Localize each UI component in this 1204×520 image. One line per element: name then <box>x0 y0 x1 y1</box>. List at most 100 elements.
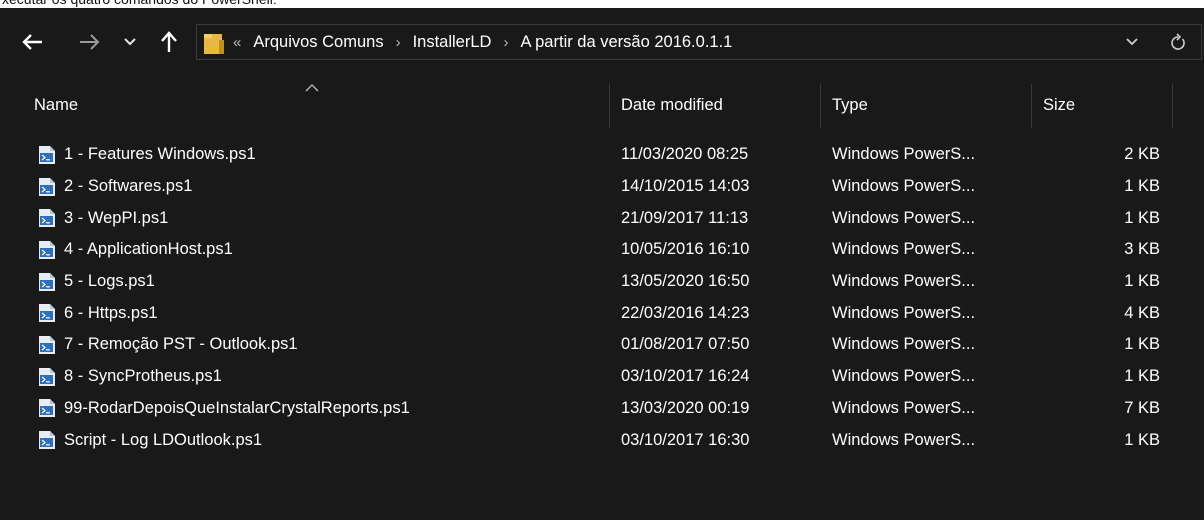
file-name-cell: 7 - Remoção PST - Outlook.ps1 <box>38 329 298 361</box>
back-button[interactable] <box>18 28 48 56</box>
navigation-bar: « Arquivos Comuns › InstallerLD › A part… <box>0 8 1204 72</box>
file-row[interactable]: 6 - Https.ps1 22/03/2016 14:23 Windows Pow… <box>0 297 1204 329</box>
file-row[interactable]: 1 - Features Windows.ps1 11/03/2020 08:25… <box>0 139 1204 171</box>
breadcrumb-item-installerld[interactable]: InstallerLD <box>413 33 492 52</box>
powershell-file-icon <box>39 304 55 323</box>
file-type: Windows PowerS... <box>832 240 976 259</box>
powershell-file-icon <box>39 335 55 354</box>
powershell-file-icon <box>39 240 55 259</box>
file-type: Windows PowerS... <box>832 398 976 417</box>
forward-button[interactable] <box>74 28 104 56</box>
file-date-modified: 11/03/2020 08:25 <box>621 145 749 164</box>
file-name-cell: 6 - Https.ps1 <box>38 297 158 329</box>
file-date-modified: 14/10/2015 14:03 <box>621 177 750 196</box>
powershell-file-icon <box>39 145 55 164</box>
file-size: 7 KB <box>1124 398 1160 417</box>
file-name-cell: 99-RodarDepoisQueInstalarCrystalReports.… <box>38 393 410 425</box>
file-row[interactable]: 2 - Softwares.ps1 14/10/2015 14:03 Windows… <box>0 171 1204 203</box>
powershell-file-icon <box>39 367 55 386</box>
address-history-chevron-icon[interactable] <box>1125 36 1139 48</box>
file-type: Windows PowerS... <box>832 208 976 227</box>
file-row[interactable]: 3 - WepPI.ps1 21/09/2017 11:13 Windows Pow… <box>0 202 1204 234</box>
file-type: Windows PowerS... <box>832 303 976 322</box>
file-size: 4 KB <box>1124 303 1160 322</box>
address-bar[interactable]: « Arquivos Comuns › InstallerLD › A part… <box>196 24 1202 60</box>
file-name-cell: Script - Log LDOutlook.ps1 <box>38 424 262 456</box>
column-divider[interactable] <box>820 84 821 128</box>
chevron-down-icon <box>124 38 136 46</box>
file-name-cell: 5 - Logs.ps1 <box>38 266 155 298</box>
file-size: 2 KB <box>1124 145 1160 164</box>
column-header-date-modified[interactable]: Date modified <box>621 82 723 128</box>
column-header-size[interactable]: Size <box>1043 82 1075 128</box>
file-row[interactable]: 4 - ApplicationHost.ps1 10/05/2016 16:10 W… <box>0 234 1204 266</box>
recent-locations-button[interactable] <box>120 28 140 56</box>
breadcrumb-item-current-folder[interactable]: A partir da versão 2016.0.1.1 <box>520 33 732 52</box>
powershell-file-icon <box>39 177 55 196</box>
powershell-file-icon <box>39 431 55 450</box>
up-button[interactable] <box>156 28 182 56</box>
file-size: 3 KB <box>1124 240 1160 259</box>
file-name: 3 - WepPI.ps1 <box>64 208 169 227</box>
folder-icon <box>204 34 224 54</box>
file-size: 1 KB <box>1124 208 1160 227</box>
file-date-modified: 21/09/2017 11:13 <box>621 208 749 227</box>
file-type: Windows PowerS... <box>832 145 976 164</box>
arrow-left-icon <box>22 34 42 50</box>
file-name-cell: 2 - Softwares.ps1 <box>38 171 192 203</box>
file-date-modified: 03/10/2017 16:24 <box>621 367 750 386</box>
file-type: Windows PowerS... <box>832 272 976 291</box>
file-row[interactable]: 99-RodarDepoisQueInstalarCrystalReports.… <box>0 393 1204 425</box>
file-date-modified: 10/05/2016 16:10 <box>621 240 750 259</box>
file-name: 5 - Logs.ps1 <box>64 272 155 291</box>
file-size: 1 KB <box>1124 430 1160 449</box>
file-size: 1 KB <box>1124 335 1160 354</box>
file-date-modified: 03/10/2017 16:30 <box>621 430 750 449</box>
file-name-cell: 8 - SyncProtheus.ps1 <box>38 361 222 393</box>
file-list: 1 - Features Windows.ps1 11/03/2020 08:25… <box>0 139 1204 456</box>
column-divider[interactable] <box>1031 84 1032 128</box>
file-name: 6 - Https.ps1 <box>64 303 158 322</box>
breadcrumb-separator[interactable]: › <box>503 34 508 51</box>
file-name-cell: 4 - ApplicationHost.ps1 <box>38 234 233 266</box>
breadcrumb-overflow[interactable]: « <box>233 34 241 51</box>
powershell-file-icon <box>39 399 55 418</box>
file-date-modified: 22/03/2016 14:23 <box>621 303 750 322</box>
file-type: Windows PowerS... <box>832 335 976 354</box>
file-row[interactable]: 5 - Logs.ps1 13/05/2020 16:50 Windows Powe… <box>0 266 1204 298</box>
column-header-name[interactable]: Name <box>34 82 78 128</box>
file-row[interactable]: Script - Log LDOutlook.ps1 03/10/2017 16:… <box>0 424 1204 456</box>
file-size: 1 KB <box>1124 367 1160 386</box>
refresh-icon[interactable] <box>1169 33 1187 53</box>
file-date-modified: 13/05/2020 16:50 <box>621 272 750 291</box>
file-date-modified: 13/03/2020 00:19 <box>621 398 750 417</box>
file-date-modified: 01/08/2017 07:50 <box>621 335 750 354</box>
column-divider[interactable] <box>1172 84 1173 128</box>
file-name: 2 - Softwares.ps1 <box>64 177 193 196</box>
file-row[interactable]: 7 - Remoção PST - Outlook.ps1 01/08/2017 … <box>0 329 1204 361</box>
file-type: Windows PowerS... <box>832 367 976 386</box>
file-type: Windows PowerS... <box>832 177 976 196</box>
file-type: Windows PowerS... <box>832 430 976 449</box>
file-name: Script - Log LDOutlook.ps1 <box>64 430 263 449</box>
column-divider[interactable] <box>609 84 610 128</box>
file-row[interactable]: 8 - SyncProtheus.ps1 03/10/2017 16:24 Wind… <box>0 361 1204 393</box>
file-name-cell: 3 - WepPI.ps1 <box>38 202 168 234</box>
column-header-row: Name Date modified Type Size <box>0 82 1204 128</box>
breadcrumb-separator[interactable]: › <box>396 34 401 51</box>
file-name-cell: 1 - Features Windows.ps1 <box>38 139 256 171</box>
file-name: 99-RodarDepoisQueInstalarCrystalReports.… <box>64 398 410 417</box>
breadcrumb-item-arquivos-comuns[interactable]: Arquivos Comuns <box>253 33 383 52</box>
arrow-up-icon <box>161 31 177 52</box>
file-size: 1 KB <box>1124 272 1160 291</box>
caption-text: xecutar os quatro comandos do PowerShell… <box>0 0 1204 8</box>
file-name: 4 - ApplicationHost.ps1 <box>64 240 233 259</box>
powershell-file-icon <box>39 272 55 291</box>
file-size: 1 KB <box>1124 177 1160 196</box>
arrow-right-icon <box>80 34 100 50</box>
file-name: 7 - Remoção PST - Outlook.ps1 <box>64 335 298 354</box>
column-header-type[interactable]: Type <box>832 82 868 128</box>
file-name: 8 - SyncProtheus.ps1 <box>64 367 222 386</box>
powershell-file-icon <box>39 209 55 228</box>
breadcrumb: « Arquivos Comuns › InstallerLD › A part… <box>233 25 732 59</box>
